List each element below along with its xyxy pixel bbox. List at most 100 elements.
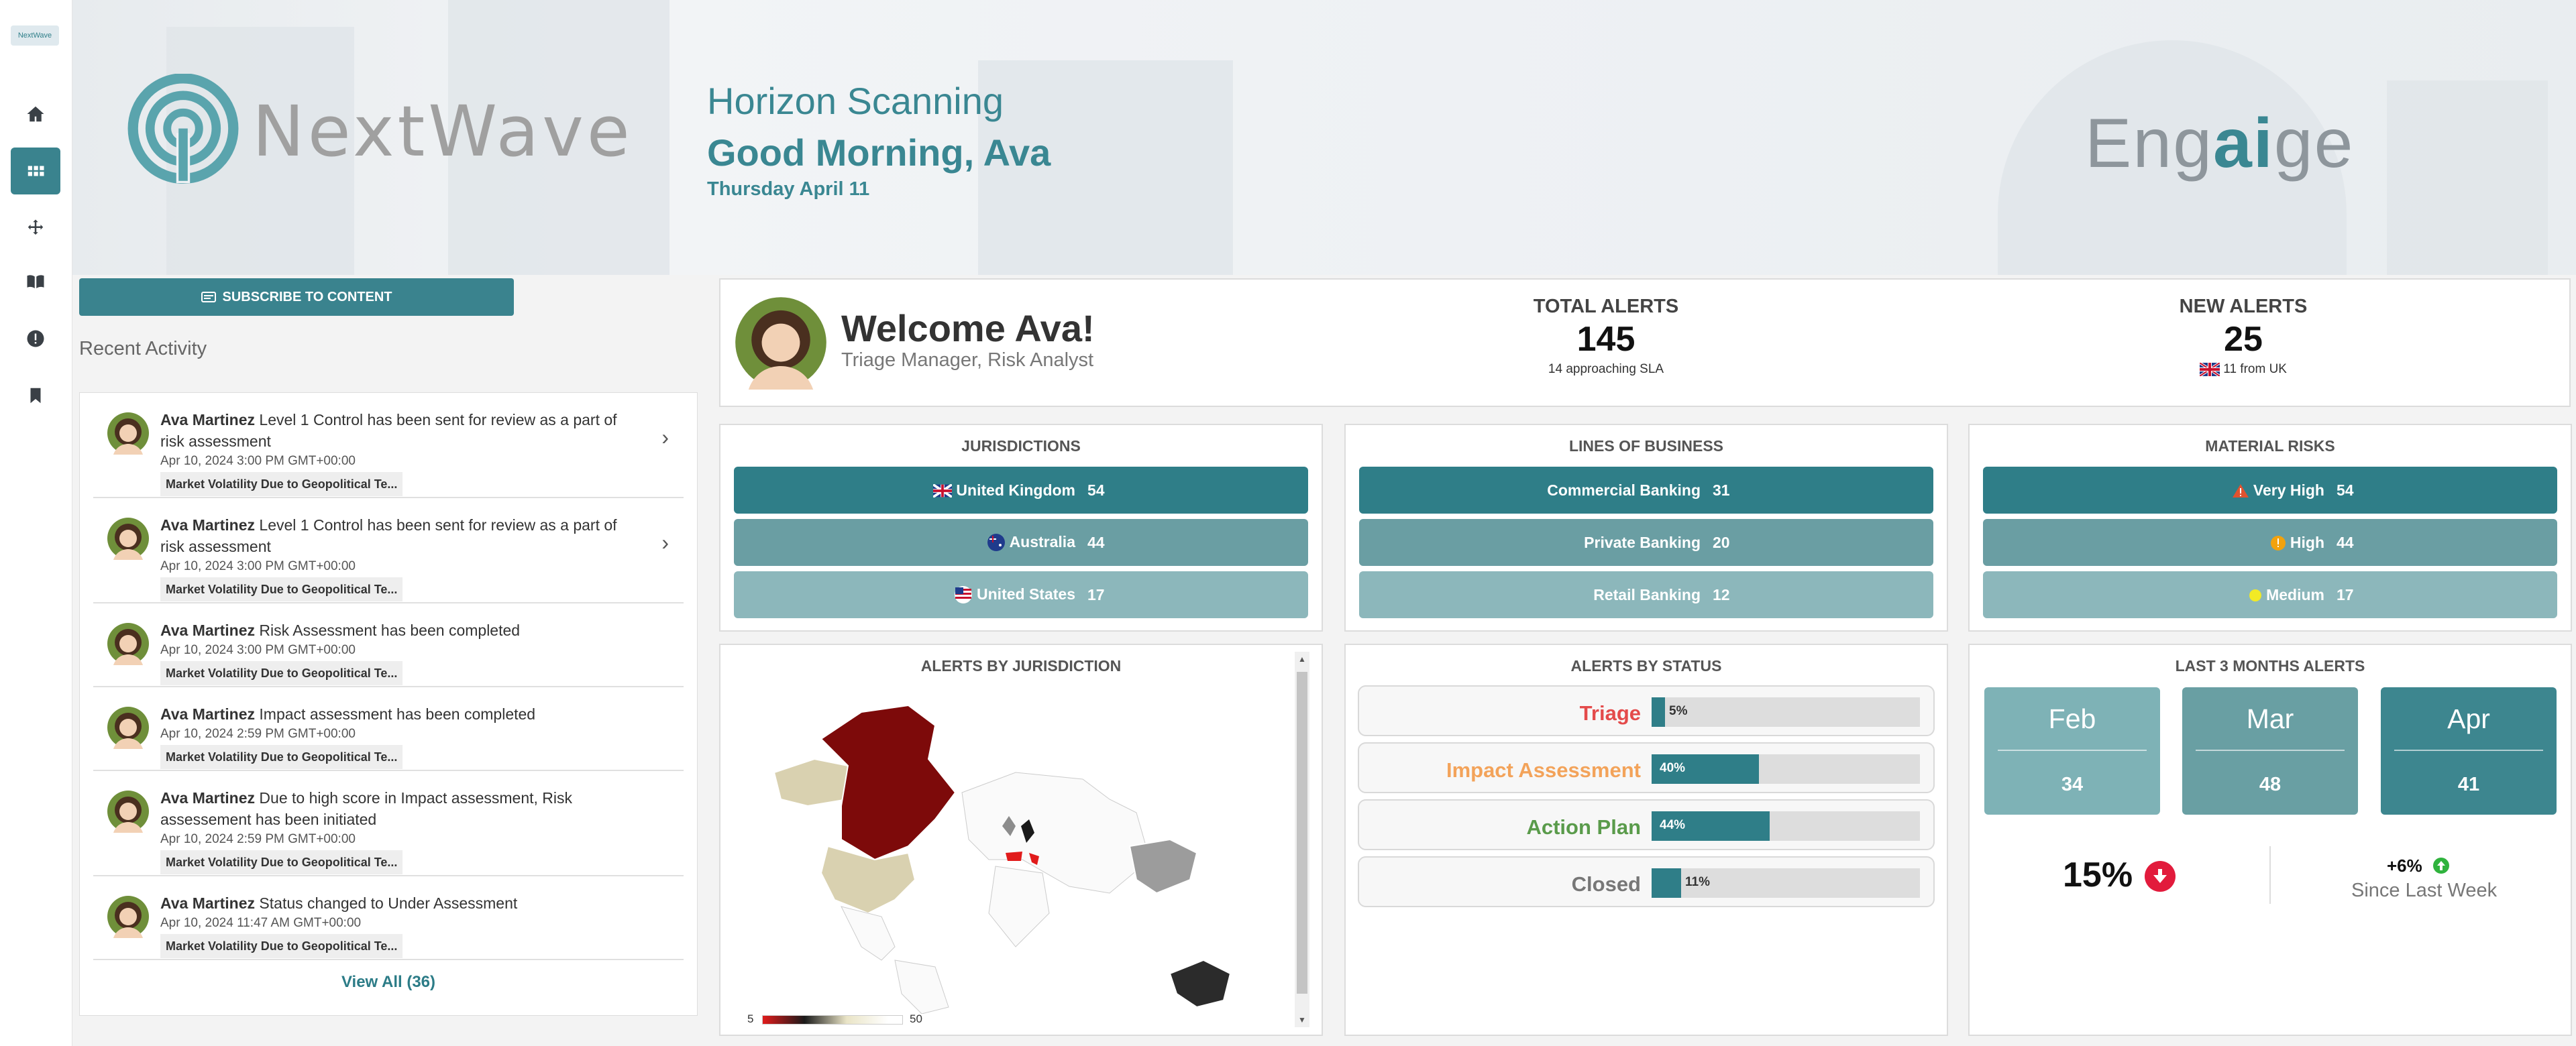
activity-tag[interactable]: Market Volatility Due to Geopolitical Te… (160, 934, 403, 958)
status-row[interactable]: Impact Assessment 40% (1358, 742, 1935, 793)
status-label: Action Plan (1526, 815, 1641, 839)
chevron-right-icon[interactable]: › (661, 425, 669, 450)
welcome-card: Welcome Ava! Triage Manager, Risk Analys… (719, 278, 2571, 407)
world-map[interactable] (734, 692, 1297, 1014)
scroll-up-icon[interactable]: ▲ (1298, 654, 1306, 664)
business-line-bar[interactable]: Private Banking 20 (1359, 519, 1933, 566)
jurisdiction-bar[interactable]: United Kingdom 54 (734, 467, 1308, 514)
status-row[interactable]: Triage 5% (1358, 685, 1935, 736)
activity-item[interactable]: Ava Martinez Impact assessment has been … (93, 687, 684, 771)
activity-tag[interactable]: Market Volatility Due to Geopolitical Te… (160, 745, 403, 769)
dashboard-button[interactable] (11, 148, 60, 194)
brand-name: NextWave (252, 91, 633, 172)
map-country-china[interactable] (1128, 838, 1198, 894)
card-title: ALERTS BY JURISDICTION (920, 657, 1122, 675)
risk-bar[interactable]: High 44 (1983, 519, 2557, 566)
bar-label: Australia (908, 533, 1075, 553)
welcome-title: Welcome Ava! (841, 307, 1095, 349)
bar-label: Medium (2157, 586, 2324, 604)
activity-item[interactable]: Ava Martinez Status changed to Under Ass… (93, 876, 684, 960)
month-card[interactable]: Apr 41 (2381, 687, 2557, 815)
map-country-australia[interactable] (1169, 959, 1232, 1008)
card-title: LAST 3 MONTHS ALERTS (2175, 657, 2365, 675)
business-line-bar[interactable]: Commercial Banking 31 (1359, 467, 1933, 514)
activity-item[interactable]: Ava Martinez Level 1 Control has been se… (93, 498, 684, 603)
alerts-button[interactable] (11, 315, 60, 362)
month-divider (2196, 750, 2345, 751)
kpi-sub: 11 from UK (2109, 361, 2377, 377)
activity-item[interactable]: Ava Martinez Due to high score in Impact… (93, 771, 684, 876)
status-row[interactable]: Closed 11% (1358, 856, 1935, 907)
subscribe-button[interactable]: SUBSCRIBE TO CONTENT (79, 278, 514, 316)
activity-time: Apr 10, 2024 11:47 AM GMT+00:00 (160, 916, 362, 930)
activity-time: Apr 10, 2024 2:59 PM GMT+00:00 (160, 832, 356, 846)
library-button[interactable] (11, 258, 60, 305)
scroll-thumb[interactable] (1297, 672, 1307, 994)
bar-label-text: United Kingdom (956, 481, 1075, 499)
activity-tag[interactable]: Market Volatility Due to Geopolitical Te… (160, 661, 403, 685)
activity-text: Risk Assessment has been completed (255, 622, 521, 639)
status-track: 40% (1652, 754, 1920, 784)
map-region-europe-asia[interactable] (961, 772, 1150, 894)
bar-label: Retail Banking (1593, 585, 1701, 603)
warning-icon (2232, 484, 2249, 498)
month-divider (2394, 750, 2543, 751)
bookmarks-button[interactable] (11, 372, 60, 419)
home-icon (27, 106, 44, 122)
status-label: Closed (1571, 872, 1641, 896)
status-label: Triage (1579, 701, 1641, 725)
map-region-africa[interactable] (988, 866, 1050, 947)
activity-tag[interactable]: Market Volatility Due to Geopolitical Te… (160, 850, 403, 874)
activity-item[interactable]: Ava Martinez Level 1 Control has been se… (93, 393, 684, 498)
business-line-bar[interactable]: Retail Banking 12 (1359, 571, 1933, 618)
status-fill (1652, 868, 1681, 898)
status-row[interactable]: Action Plan 44% (1358, 799, 1935, 850)
chevron-right-icon[interactable]: › (661, 530, 669, 555)
us-flag-icon (955, 586, 973, 604)
bookmark-icon (30, 388, 41, 404)
exclamation-icon (2270, 536, 2286, 551)
avatar (107, 707, 149, 749)
month-count: 48 (2259, 774, 2282, 795)
card-title: ALERTS BY STATUS (1570, 657, 1722, 675)
jurisdiction-bar[interactable]: Australia 44 (734, 519, 1308, 566)
month-card[interactable]: Mar 48 (2182, 687, 2358, 815)
dot-icon (2249, 589, 2262, 602)
scroll-down-icon[interactable]: ▼ (1298, 1015, 1306, 1025)
arrow-up-icon (2433, 858, 2449, 874)
rail-logo: NextWave (11, 25, 59, 46)
bg-building (2387, 80, 2548, 275)
activity-tag[interactable]: Market Volatility Due to Geopolitical Te… (160, 472, 403, 496)
activity-user: Ava Martinez (160, 411, 256, 428)
total-alerts-kpi[interactable]: TOTAL ALERTS 145 14 approaching SLA (1472, 296, 1740, 377)
map-country-mexico[interactable] (841, 906, 896, 961)
kpi-label: NEW ALERTS (2179, 296, 2308, 317)
map-country-alaska[interactable] (773, 758, 849, 807)
status-pct: 40% (1660, 761, 1686, 775)
legend-min: 5 (747, 1012, 754, 1025)
map-region-south-america[interactable] (894, 960, 949, 1014)
activity-tag[interactable]: Market Volatility Due to Geopolitical Te… (160, 577, 403, 601)
greeting: Good Morning, Ava (707, 131, 1051, 174)
activity-item[interactable]: Ava Martinez Risk Assessment has been co… (93, 603, 684, 687)
new-alerts-kpi[interactable]: NEW ALERTS 25 11 from UK (2109, 296, 2377, 377)
home-button[interactable] (11, 91, 60, 137)
month-name: Feb (2048, 703, 2096, 734)
nextwave-logo-icon (127, 74, 239, 184)
map-scrollbar[interactable]: ▲ ▼ (1295, 652, 1309, 1027)
jurisdiction-bar[interactable]: United States 17 (734, 571, 1308, 618)
activity-time: Apr 10, 2024 2:59 PM GMT+00:00 (160, 727, 356, 741)
header-banner: NextWave Horizon Scanning Good Morning, … (72, 0, 2576, 275)
bar-label: High (2157, 534, 2324, 552)
stat-divider (2269, 846, 2271, 904)
month-count: 34 (2061, 774, 2084, 795)
alerts-map-card: ALERTS BY JURISDICTION 5 50 ▲ ▼ (719, 644, 1323, 1036)
risk-bar[interactable]: Very High 54 (1983, 467, 2557, 514)
bar-value: 20 (1713, 533, 1730, 551)
risk-bar[interactable]: Medium 17 (1983, 571, 2557, 618)
move-button[interactable] (11, 205, 60, 251)
view-all-link[interactable]: View All (36) (80, 973, 697, 992)
map-country-spain[interactable] (1006, 852, 1022, 861)
month-card[interactable]: Feb 34 (1984, 687, 2160, 815)
bar-label: Very High (2157, 481, 2324, 500)
